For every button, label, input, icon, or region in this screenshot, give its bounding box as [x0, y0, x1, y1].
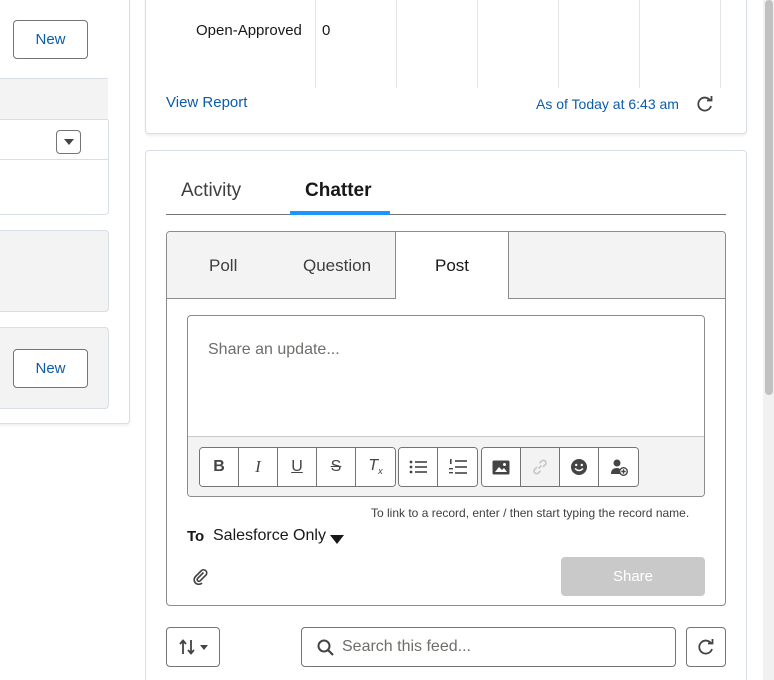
- post-editor[interactable]: Share an update... B I U S Tx: [187, 315, 705, 497]
- grid-line: [477, 0, 478, 88]
- grid-line: [558, 0, 559, 88]
- bold-icon: B: [213, 458, 225, 475]
- grid-line: [720, 0, 721, 88]
- feed-search: [301, 627, 676, 667]
- tab-question[interactable]: Question: [303, 256, 371, 276]
- left-empty-section: [0, 230, 109, 312]
- bold-button[interactable]: B: [200, 448, 239, 486]
- refresh-feed-button[interactable]: [686, 627, 726, 667]
- search-icon: [317, 639, 334, 656]
- strikethrough-icon: S: [330, 458, 342, 475]
- link-button[interactable]: [521, 448, 560, 486]
- share-button[interactable]: Share: [561, 557, 705, 596]
- numbered-list-icon: [448, 459, 467, 474]
- caret-down-icon: [330, 535, 344, 544]
- sort-icon: [179, 639, 195, 655]
- new-button-2[interactable]: New: [13, 349, 88, 388]
- refresh-report-button[interactable]: [695, 94, 715, 114]
- underline-icon: U: [291, 458, 303, 475]
- report-row-label: Open-Approved: [196, 22, 302, 39]
- report-card: [145, 0, 747, 134]
- numbered-list-button[interactable]: [438, 448, 477, 486]
- tab-active-indicator: [290, 211, 390, 215]
- clear-format-button[interactable]: Tx: [356, 448, 395, 486]
- attach-file-button[interactable]: [192, 567, 210, 590]
- bullet-list-button[interactable]: [399, 448, 438, 486]
- grid-line: [639, 0, 640, 88]
- chevron-down-icon: [200, 644, 208, 650]
- search-input[interactable]: [342, 636, 662, 658]
- rich-text-toolbar: B I U S Tx: [188, 436, 704, 496]
- report-timestamp: As of Today at 6:43 am: [536, 96, 679, 112]
- refresh-icon: [698, 639, 714, 655]
- link-icon: [533, 459, 547, 475]
- left-section-header: [0, 78, 108, 120]
- tab-baseline: [166, 214, 726, 215]
- image-button[interactable]: [482, 448, 521, 486]
- left-field-box: [0, 120, 109, 215]
- clear-format-icon: Tx: [368, 457, 383, 477]
- audience-dropdown[interactable]: [330, 532, 344, 550]
- record-link-hint: To link to a record, enter / then start …: [371, 506, 690, 520]
- left-divider: [0, 159, 108, 160]
- italic-button[interactable]: I: [239, 448, 278, 486]
- chevron-down-icon: [63, 139, 74, 145]
- tab-chatter[interactable]: Chatter: [305, 180, 372, 202]
- underline-button[interactable]: U: [278, 448, 317, 486]
- row-actions-dropdown[interactable]: [56, 130, 81, 154]
- new-button[interactable]: New: [13, 20, 88, 59]
- mention-icon: [610, 459, 628, 476]
- tab-poll[interactable]: Poll: [209, 256, 237, 276]
- paperclip-icon: [193, 569, 208, 586]
- tab-activity[interactable]: Activity: [181, 180, 241, 202]
- strikethrough-button[interactable]: S: [317, 448, 356, 486]
- editor-placeholder: Share an update...: [208, 341, 340, 358]
- emoji-button[interactable]: [560, 448, 599, 486]
- scrollbar-thumb[interactable]: [765, 0, 773, 395]
- italic-icon: I: [255, 457, 261, 476]
- sort-feed-button[interactable]: [166, 627, 220, 667]
- refresh-icon: [697, 96, 713, 112]
- bullet-list-icon: [409, 460, 427, 474]
- tab-post[interactable]: Post: [395, 232, 509, 299]
- image-icon: [492, 460, 510, 474]
- audience-select[interactable]: Salesforce Only: [213, 527, 326, 545]
- emoji-icon: [571, 459, 587, 475]
- view-report-link[interactable]: View Report: [166, 94, 247, 111]
- grid-line: [396, 0, 397, 88]
- publisher-tab-bar: Poll Question Post: [167, 232, 725, 299]
- format-group: B I U S Tx: [199, 447, 396, 487]
- report-row-value: 0: [322, 22, 331, 39]
- to-label: To: [187, 528, 205, 545]
- list-group: [398, 447, 478, 487]
- grid-line: [315, 0, 316, 88]
- mention-button[interactable]: [599, 448, 638, 486]
- insert-group: [481, 447, 639, 487]
